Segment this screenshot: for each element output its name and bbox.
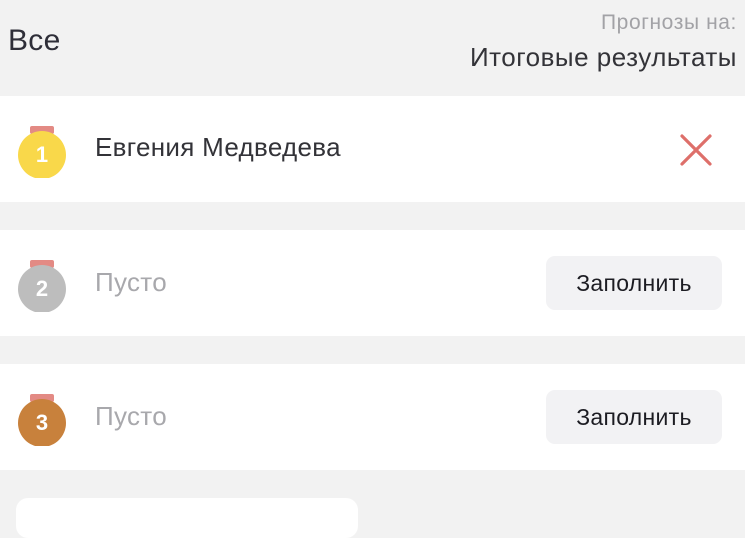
athlete-name: Евгения Медведева bbox=[95, 132, 341, 162]
close-icon bbox=[680, 134, 712, 166]
place-3-card: 3 Пусто Заполнить bbox=[0, 364, 745, 470]
category-title[interactable]: Все bbox=[8, 24, 61, 58]
place-2-card: 2 Пусто Заполнить bbox=[0, 230, 745, 336]
fill-button[interactable]: Заполнить bbox=[546, 256, 722, 310]
bronze-medal-icon: 3 bbox=[18, 394, 66, 446]
place-number: 3 bbox=[35, 410, 49, 435]
place-1-card: 1 Евгения Медведева bbox=[0, 96, 745, 202]
empty-placeholder: Пусто bbox=[95, 401, 167, 431]
forecast-selector[interactable]: Прогнозы на: Итоговые результаты bbox=[470, 10, 737, 74]
place-number: 2 bbox=[35, 276, 49, 301]
forecast-value[interactable]: Итоговые результаты bbox=[470, 40, 737, 74]
place-number: 1 bbox=[35, 142, 49, 167]
remove-button[interactable] bbox=[678, 132, 714, 168]
empty-placeholder: Пусто bbox=[95, 267, 167, 297]
gold-medal-icon: 1 bbox=[18, 126, 66, 178]
silver-medal-icon: 2 bbox=[18, 260, 66, 312]
fill-button[interactable]: Заполнить bbox=[546, 390, 722, 444]
forecast-caption: Прогнозы на: bbox=[600, 11, 737, 34]
bottom-action-card[interactable] bbox=[16, 498, 358, 538]
